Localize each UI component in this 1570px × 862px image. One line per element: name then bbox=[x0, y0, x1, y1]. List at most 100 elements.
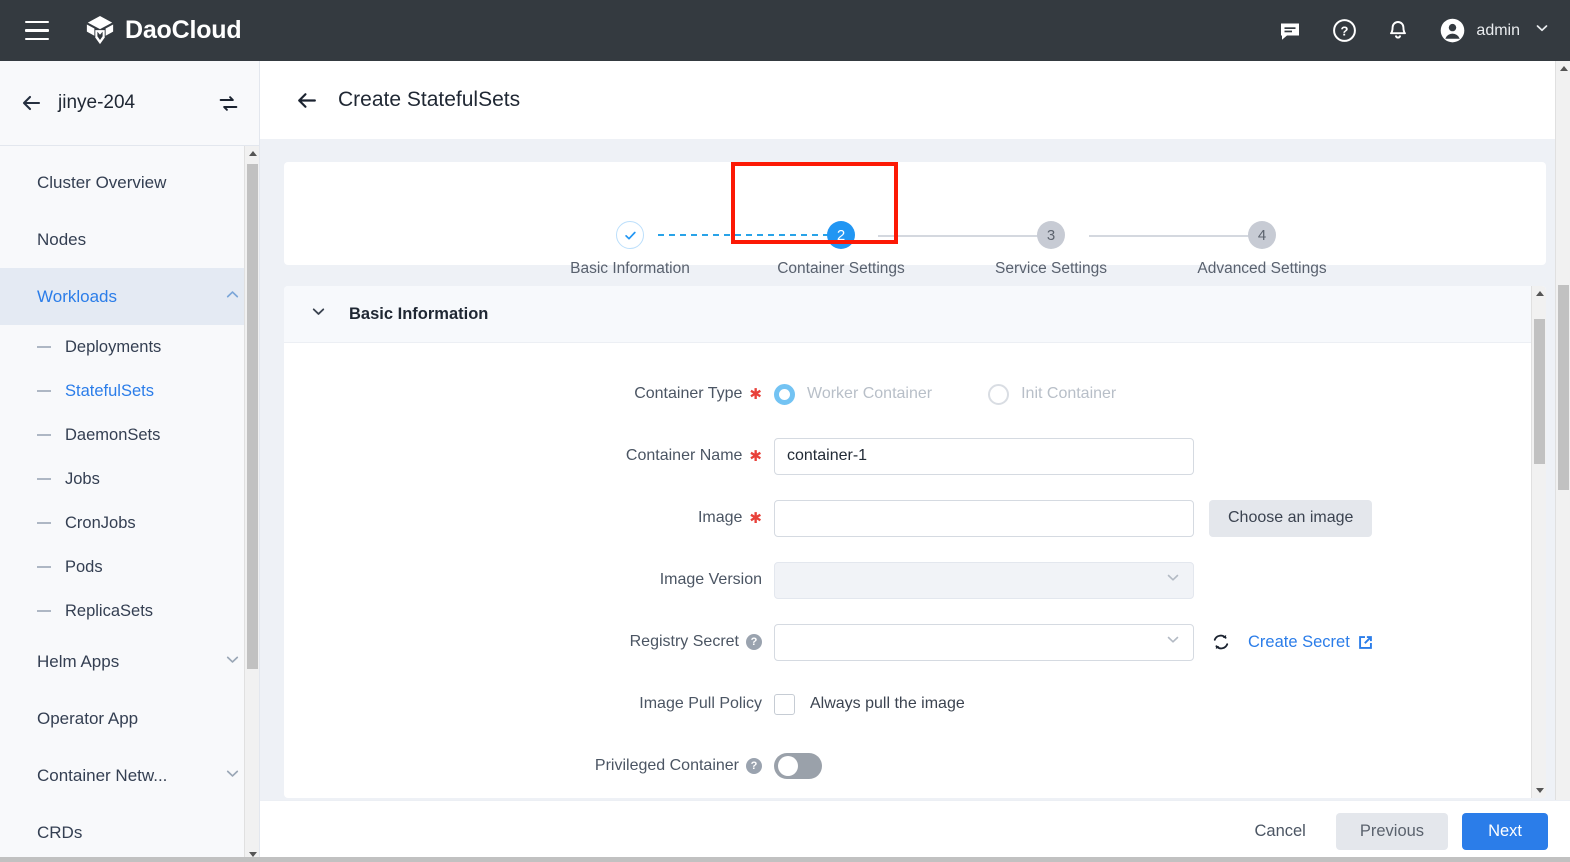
sidebar-item-label: StatefulSets bbox=[65, 382, 154, 401]
field-label-text: Image Version bbox=[660, 571, 762, 589]
previous-button[interactable]: Previous bbox=[1336, 813, 1448, 850]
sidebar-item-workloads[interactable]: Workloads bbox=[0, 268, 259, 325]
step-advanced-settings[interactable]: 4 Advanced Settings bbox=[1162, 162, 1362, 278]
chevron-down-icon bbox=[224, 651, 241, 673]
page-content: Basic Information 2 Container Settings 3… bbox=[260, 139, 1570, 862]
user-menu[interactable]: admin bbox=[1439, 17, 1550, 44]
always-pull-image-checkbox[interactable] bbox=[774, 694, 795, 715]
wizard-footer: Cancel Previous Next bbox=[260, 800, 1570, 862]
arrow-left-icon[interactable] bbox=[292, 86, 320, 114]
message-icon[interactable] bbox=[1275, 16, 1305, 46]
help-icon[interactable]: ? bbox=[1329, 16, 1359, 46]
field-row-registry-secret: Registry Secret ? bbox=[284, 611, 1546, 673]
sidebar-item-label: Cluster Overview bbox=[37, 173, 166, 193]
sidebar-item-helm-apps[interactable]: Helm Apps bbox=[0, 633, 259, 690]
scrollbar-thumb[interactable] bbox=[1558, 285, 1569, 490]
scroll-up-arrow-icon[interactable] bbox=[1532, 286, 1546, 301]
sidebar-item-crds[interactable]: CRDs bbox=[0, 804, 259, 861]
sidebar-item-deployments[interactable]: Deployments bbox=[0, 325, 259, 369]
hamburger-icon[interactable] bbox=[20, 14, 54, 48]
sidebar-scroll-area: Cluster Overview Nodes Workloads Deploym… bbox=[0, 145, 259, 862]
step-label: Basic Information bbox=[530, 260, 730, 278]
sidebar-item-label: DaemonSets bbox=[65, 426, 160, 445]
help-icon[interactable]: ? bbox=[746, 634, 762, 650]
page-scrollbar[interactable] bbox=[1555, 61, 1570, 862]
dash-icon bbox=[37, 610, 51, 612]
form-scrollbar[interactable] bbox=[1531, 286, 1546, 798]
field-row-image: Image ✱ Choose an image bbox=[284, 487, 1546, 549]
field-label-text: Container Type bbox=[634, 385, 742, 403]
next-button[interactable]: Next bbox=[1462, 813, 1548, 850]
required-marker: ✱ bbox=[749, 387, 762, 402]
page-header: Create StatefulSets bbox=[260, 61, 1570, 139]
field-label-text: Registry Secret bbox=[630, 633, 739, 651]
step-highlight-box bbox=[731, 162, 898, 244]
field-row-image-version: Image Version bbox=[284, 549, 1546, 611]
external-link-icon[interactable] bbox=[1357, 634, 1374, 651]
sidebar-item-pods[interactable]: Pods bbox=[0, 545, 259, 589]
field-label: Container Name ✱ bbox=[284, 447, 774, 465]
radio-worker-container[interactable]: Worker Container bbox=[774, 384, 932, 405]
sidebar-item-label: Operator App bbox=[37, 709, 138, 729]
image-version-select[interactable] bbox=[774, 562, 1194, 599]
scrollbar-thumb[interactable] bbox=[1534, 319, 1545, 464]
sidebar-scrollbar[interactable] bbox=[244, 146, 259, 862]
sidebar-item-cronjobs[interactable]: CronJobs bbox=[0, 501, 259, 545]
required-marker: ✱ bbox=[749, 511, 762, 526]
help-icon[interactable]: ? bbox=[746, 758, 762, 774]
cancel-button[interactable]: Cancel bbox=[1240, 814, 1319, 849]
container-name-input[interactable] bbox=[774, 438, 1194, 475]
refresh-icon[interactable] bbox=[1209, 630, 1233, 654]
field-control bbox=[774, 562, 1194, 599]
field-label: Container Type ✱ bbox=[284, 385, 774, 403]
section-title: Basic Information bbox=[349, 305, 488, 324]
field-label: Privileged Container ? bbox=[284, 757, 774, 775]
radio-label: Init Container bbox=[1021, 385, 1116, 403]
dash-icon bbox=[37, 346, 51, 348]
step-check-icon bbox=[616, 221, 644, 249]
image-input[interactable] bbox=[774, 500, 1194, 537]
sidebar-item-daemonsets[interactable]: DaemonSets bbox=[0, 413, 259, 457]
field-row-privileged-container: Privileged Container ? bbox=[284, 735, 1546, 797]
horizontal-scrollbar[interactable] bbox=[0, 857, 1570, 862]
field-label-text: Image bbox=[698, 509, 742, 527]
sidebar-item-operator-app[interactable]: Operator App bbox=[0, 690, 259, 747]
choose-an-image-button[interactable]: Choose an image bbox=[1209, 500, 1372, 537]
step-number: 4 bbox=[1248, 221, 1276, 249]
field-label-text: Privileged Container bbox=[595, 757, 739, 775]
checkbox-label: Always pull the image bbox=[810, 695, 965, 713]
container-type-radio-group[interactable]: Worker Container Init Container bbox=[774, 384, 1172, 405]
daocloud-cube-icon bbox=[85, 15, 115, 47]
sidebar-item-replicasets[interactable]: ReplicaSets bbox=[0, 589, 259, 633]
sidebar-item-statefulsets[interactable]: StatefulSets bbox=[0, 369, 259, 413]
arrow-left-icon[interactable] bbox=[18, 90, 44, 116]
bell-icon[interactable] bbox=[1383, 16, 1413, 46]
form-body: Container Type ✱ Worker Container Init C… bbox=[284, 343, 1546, 797]
step-service-settings[interactable]: 3 Service Settings bbox=[951, 162, 1151, 278]
sidebar-item-cluster-overview[interactable]: Cluster Overview bbox=[0, 154, 259, 211]
step-basic-information[interactable]: Basic Information bbox=[530, 162, 730, 278]
field-label-text: Container Name bbox=[626, 447, 743, 465]
radio-init-container[interactable]: Init Container bbox=[988, 384, 1116, 405]
sync-icon[interactable] bbox=[215, 90, 241, 116]
scroll-up-arrow-icon[interactable] bbox=[245, 146, 259, 161]
sidebar-item-container-network[interactable]: Container Netw... bbox=[0, 747, 259, 804]
scroll-down-arrow-icon[interactable] bbox=[1532, 783, 1546, 798]
sidebar-item-label: CRDs bbox=[37, 823, 82, 843]
privileged-container-toggle[interactable] bbox=[774, 753, 822, 779]
section-header-basic-information[interactable]: Basic Information bbox=[284, 286, 1546, 343]
scrollbar-thumb[interactable] bbox=[247, 164, 258, 669]
create-secret-link[interactable]: Create Secret bbox=[1248, 633, 1350, 652]
sidebar-item-nodes[interactable]: Nodes bbox=[0, 211, 259, 268]
registry-secret-select[interactable] bbox=[774, 624, 1194, 661]
chevron-down-icon bbox=[310, 303, 327, 325]
scroll-up-arrow-icon[interactable] bbox=[1556, 61, 1570, 76]
page-title: Create StatefulSets bbox=[338, 88, 520, 112]
brand-logo-link[interactable]: DaoCloud bbox=[85, 15, 241, 47]
avatar-icon bbox=[1439, 17, 1466, 44]
radio-dot-icon bbox=[988, 384, 1009, 405]
sidebar-item-jobs[interactable]: Jobs bbox=[0, 457, 259, 501]
field-label: Image Version bbox=[284, 571, 774, 589]
dash-icon bbox=[37, 478, 51, 480]
sidebar-item-label: Workloads bbox=[37, 287, 117, 307]
